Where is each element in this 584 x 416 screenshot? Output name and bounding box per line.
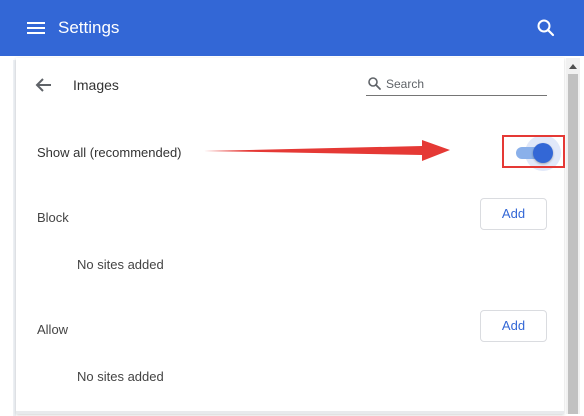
top-app-bar: Settings (0, 0, 584, 56)
search-icon (367, 76, 382, 91)
search-icon[interactable] (535, 17, 557, 39)
block-add-button[interactable]: Add (480, 198, 547, 230)
hamburger-menu-icon[interactable] (24, 17, 48, 39)
annotation-highlight-box (502, 135, 565, 168)
arrow-back-icon[interactable] (33, 74, 55, 96)
show-all-label: Show all (recommended) (37, 145, 182, 160)
allow-section-title: Allow (37, 322, 69, 337)
allow-add-button[interactable]: Add (480, 310, 547, 342)
scrollbar[interactable] (566, 58, 580, 414)
annotation-arrow (204, 140, 450, 161)
allow-empty-text: No sites added (77, 369, 164, 384)
settings-window: Settings Images Search Show all (recomme… (0, 0, 584, 416)
block-section-title: Block (37, 210, 69, 225)
images-settings-card (16, 58, 564, 414)
card-bottom-edge (16, 411, 564, 414)
app-title: Settings (58, 18, 120, 37)
search-input[interactable] (386, 74, 544, 94)
block-empty-text: No sites added (77, 257, 164, 272)
settings-search-field[interactable] (366, 72, 547, 96)
scroll-up-arrow-icon[interactable] (566, 60, 580, 72)
scrollbar-thumb[interactable] (568, 74, 578, 414)
page-title: Images (73, 77, 119, 93)
